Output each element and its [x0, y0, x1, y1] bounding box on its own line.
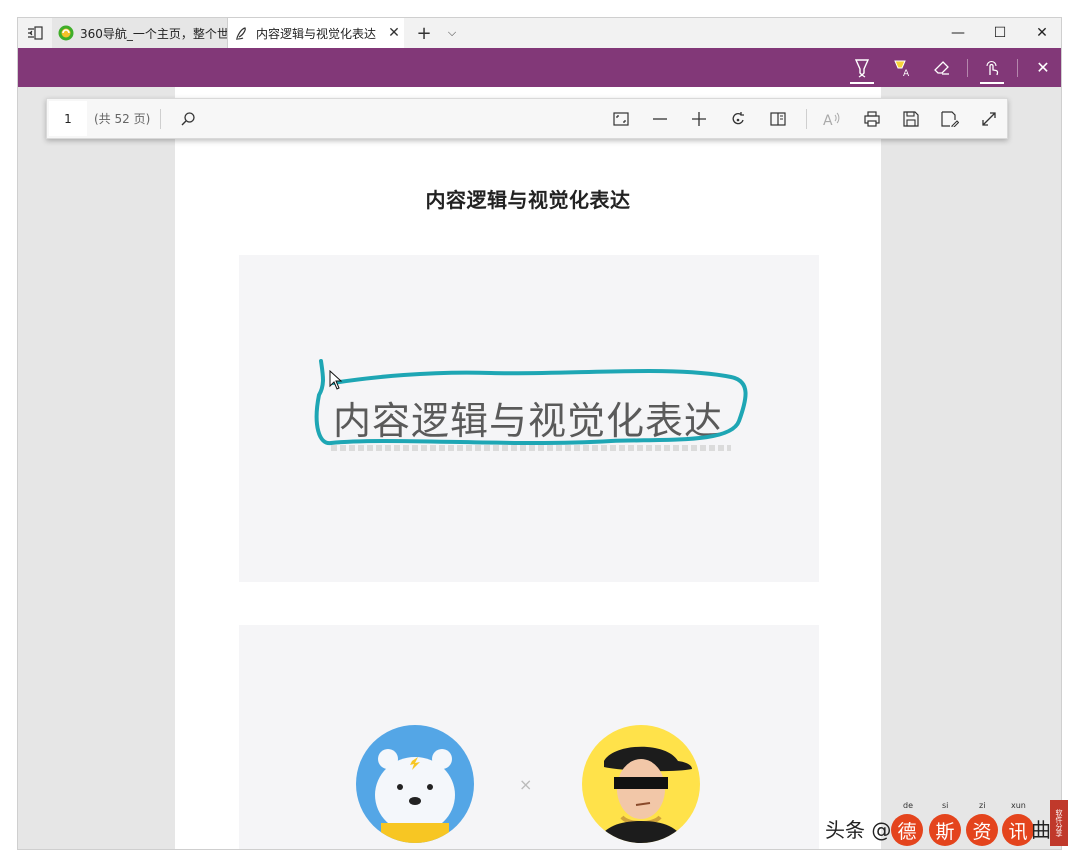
- close-window-button[interactable]: ✕: [1021, 18, 1061, 48]
- close-tab-button[interactable]: ✕: [384, 25, 404, 41]
- zoom-out-icon: [653, 117, 667, 120]
- maximize-button[interactable]: ☐: [979, 18, 1021, 48]
- watermark-prefix: 头条 @: [825, 818, 892, 842]
- zoom-out-button[interactable]: [643, 99, 677, 138]
- toolbar-divider: [806, 109, 807, 129]
- watermark-badge: 讯: [1002, 814, 1034, 846]
- watermark-badge: 德: [891, 814, 923, 846]
- save-button[interactable]: [894, 99, 928, 138]
- read-aloud-icon: A: [823, 112, 840, 127]
- zoom-in-button[interactable]: [682, 99, 716, 138]
- zoom-in-icon: [692, 111, 706, 126]
- ballpoint-pen-button[interactable]: [844, 48, 880, 87]
- touch-writing-icon: [986, 60, 999, 75]
- svg-text:A: A: [823, 113, 833, 127]
- minimize-button[interactable]: —: [937, 18, 979, 48]
- watermark-pinyin: zi: [979, 801, 986, 810]
- rotate-icon: [732, 111, 744, 124]
- svg-text:A: A: [903, 69, 910, 77]
- eraser-button[interactable]: [924, 48, 960, 87]
- print-button[interactable]: [855, 99, 889, 138]
- ink-annotation: [314, 359, 748, 446]
- pen-favicon-icon: [235, 27, 246, 40]
- toolbar-divider: [1017, 59, 1018, 77]
- watermark-pinyin: si: [942, 801, 949, 810]
- browser-window: 360导航_一个主页，整个世界 内容逻辑与视觉化表达 ✕ + ⌵ — ☐ ✕ A…: [17, 17, 1062, 850]
- watermark-pinyin: de: [903, 801, 913, 810]
- rapper-avatar: [582, 725, 700, 843]
- save-icon: [903, 110, 919, 127]
- highlighter-icon: A: [894, 60, 910, 77]
- tab-bar: 360导航_一个主页，整个世界 内容逻辑与视觉化表达 ✕ + ⌵ — ☐ ✕: [18, 18, 1061, 48]
- watermark-pinyin: xun: [1011, 801, 1026, 810]
- polar-bear-avatar: [356, 725, 474, 843]
- save-as-button[interactable]: [933, 99, 967, 138]
- watermark-badge: 资: [966, 814, 998, 846]
- fullscreen-button[interactable]: [972, 99, 1006, 138]
- tab-pdf-document[interactable]: 内容逻辑与视觉化表达 ✕: [228, 18, 404, 48]
- fit-to-page-icon: [613, 111, 629, 126]
- 360-favicon-icon: [58, 25, 74, 41]
- page-view-button[interactable]: [761, 99, 795, 138]
- fullscreen-icon: [982, 111, 996, 126]
- set-tabs-aside-button[interactable]: [18, 18, 52, 48]
- watermark-tail: 曲: [1031, 818, 1051, 842]
- touch-writing-button[interactable]: [974, 48, 1010, 87]
- pdf-toolbar: 1 (共 52 页) A: [46, 98, 1008, 139]
- search-button[interactable]: [171, 99, 205, 138]
- eraser-icon: [934, 60, 949, 75]
- fit-to-page-button[interactable]: [604, 99, 638, 138]
- toolbar-divider: [967, 59, 968, 77]
- rotate-button[interactable]: [721, 99, 755, 138]
- separator-symbol: ×: [519, 775, 533, 794]
- set-tabs-aside-icon: [28, 26, 43, 40]
- print-icon: [864, 110, 880, 127]
- page-number-input[interactable]: 1: [49, 101, 87, 136]
- pdf-page: 内容逻辑与视觉化表达 内容逻辑与视觉化表达 ×: [175, 87, 881, 849]
- tab-label: 360导航_一个主页，整个世界: [80, 26, 227, 41]
- close-ink-button[interactable]: ✕: [1025, 48, 1061, 87]
- save-as-icon: [941, 110, 959, 127]
- new-tab-button[interactable]: +: [411, 18, 437, 48]
- slide-illustration: ×: [239, 625, 819, 849]
- slide-cover: 内容逻辑与视觉化表达: [239, 255, 819, 582]
- page-title: 内容逻辑与视觉化表达: [425, 188, 631, 212]
- search-icon: [181, 111, 195, 125]
- toolbar-divider: [160, 109, 161, 129]
- page-view-icon: [770, 111, 786, 126]
- tab-label: 内容逻辑与视觉化表达: [256, 26, 377, 41]
- tab-360-navigation[interactable]: 360导航_一个主页，整个世界: [52, 18, 228, 48]
- ink-toolbar: A ✕: [18, 48, 1061, 87]
- pdf-viewer[interactable]: 内容逻辑与视觉化表达 内容逻辑与视觉化表达 × 1 (共 52 页) A: [18, 87, 1061, 849]
- read-aloud-button[interactable]: A: [815, 99, 849, 138]
- tab-preview-chevron-icon[interactable]: ⌵: [441, 18, 463, 48]
- watermark-badge: 斯: [929, 814, 961, 846]
- page-count: (共 52 页): [94, 112, 151, 126]
- mouse-pointer-icon: [329, 370, 343, 390]
- watermark-seal: 软件分享: [1050, 800, 1068, 846]
- ballpoint-pen-icon: [854, 58, 870, 77]
- highlighter-button[interactable]: A: [884, 48, 920, 87]
